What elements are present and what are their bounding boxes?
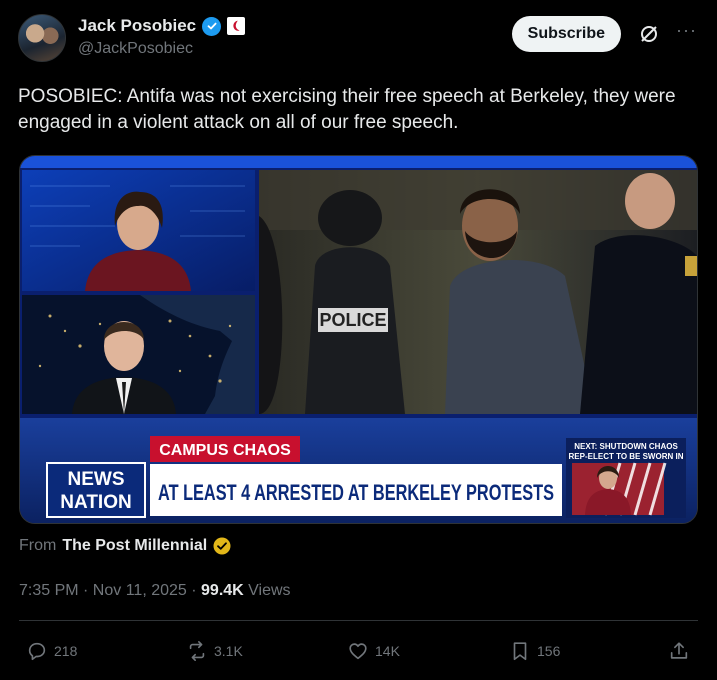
reply-icon bbox=[28, 642, 46, 661]
police-vest-label: POLICE bbox=[319, 310, 386, 330]
like-count: 14K bbox=[375, 643, 400, 659]
like-button[interactable]: 14K bbox=[347, 640, 400, 662]
repost-button[interactable]: 3.1K bbox=[186, 640, 243, 662]
next-up-line-2: REP-ELECT TO BE SWORN IN bbox=[569, 452, 684, 461]
heart-icon bbox=[349, 643, 367, 660]
reply-button[interactable]: 218 bbox=[26, 640, 77, 662]
divider bbox=[19, 620, 698, 621]
repost-icon bbox=[189, 641, 205, 661]
author-handle[interactable]: @JackPosobiec bbox=[78, 40, 245, 58]
views-label: Views bbox=[243, 582, 291, 599]
timestamp-link[interactable]: 7:35 PM · Nov 11, 2025 · bbox=[19, 582, 201, 599]
tweet-meta: 7:35 PM · Nov 11, 2025 · 99.4K Views bbox=[19, 582, 291, 600]
more-options-icon[interactable]: ··· bbox=[676, 20, 697, 41]
tweet-header: Jack Posobiec @JackPosobiec Subscribe ··… bbox=[18, 14, 703, 64]
next-up-line-1: NEXT: SHUTDOWN CHAOS bbox=[574, 442, 678, 451]
action-bar: 218 3.1K 14K 156 bbox=[0, 636, 717, 670]
source-name-link[interactable]: The Post Millennial bbox=[62, 537, 207, 555]
tweet-text: POSOBIEC: Antifa was not exercising thei… bbox=[18, 86, 676, 133]
author-display-name[interactable]: Jack Posobiec bbox=[78, 16, 196, 36]
bookmark-count: 156 bbox=[537, 643, 561, 659]
verified-badge-icon bbox=[202, 16, 222, 36]
bookmark-button[interactable]: 156 bbox=[509, 640, 560, 662]
source-attribution: From The Post Millennial bbox=[19, 537, 231, 555]
media-image[interactable]: POLICE CAMPUS CHAOS NEWS NATION AT LEAST… bbox=[19, 155, 698, 524]
network-logo-top: NEWS bbox=[68, 469, 125, 490]
reply-count: 218 bbox=[54, 643, 78, 659]
grok-icon[interactable] bbox=[637, 22, 661, 46]
share-icon bbox=[670, 642, 688, 659]
repost-count: 3.1K bbox=[214, 643, 243, 659]
verified-org-badge-icon bbox=[213, 537, 231, 555]
share-button[interactable] bbox=[668, 640, 690, 662]
affiliation-logo-icon bbox=[227, 17, 246, 35]
views-count: 99.4K bbox=[201, 582, 244, 599]
subscribe-button[interactable]: Subscribe bbox=[511, 16, 621, 52]
source-prefix: From bbox=[19, 537, 57, 554]
avatar[interactable] bbox=[18, 14, 66, 62]
banner-category: CAMPUS CHAOS bbox=[159, 442, 291, 459]
network-logo-bottom: NATION bbox=[60, 492, 131, 513]
headline-chyron: AT LEAST 4 ARRESTED AT BERKELEY PROTESTS bbox=[158, 480, 554, 505]
news-broadcast-frame: POLICE CAMPUS CHAOS NEWS NATION AT LEAST… bbox=[20, 156, 697, 523]
author-name-row[interactable]: Jack Posobiec bbox=[78, 16, 246, 36]
bookmark-icon bbox=[513, 642, 527, 661]
author-block: Jack Posobiec @JackPosobiec bbox=[78, 16, 246, 58]
